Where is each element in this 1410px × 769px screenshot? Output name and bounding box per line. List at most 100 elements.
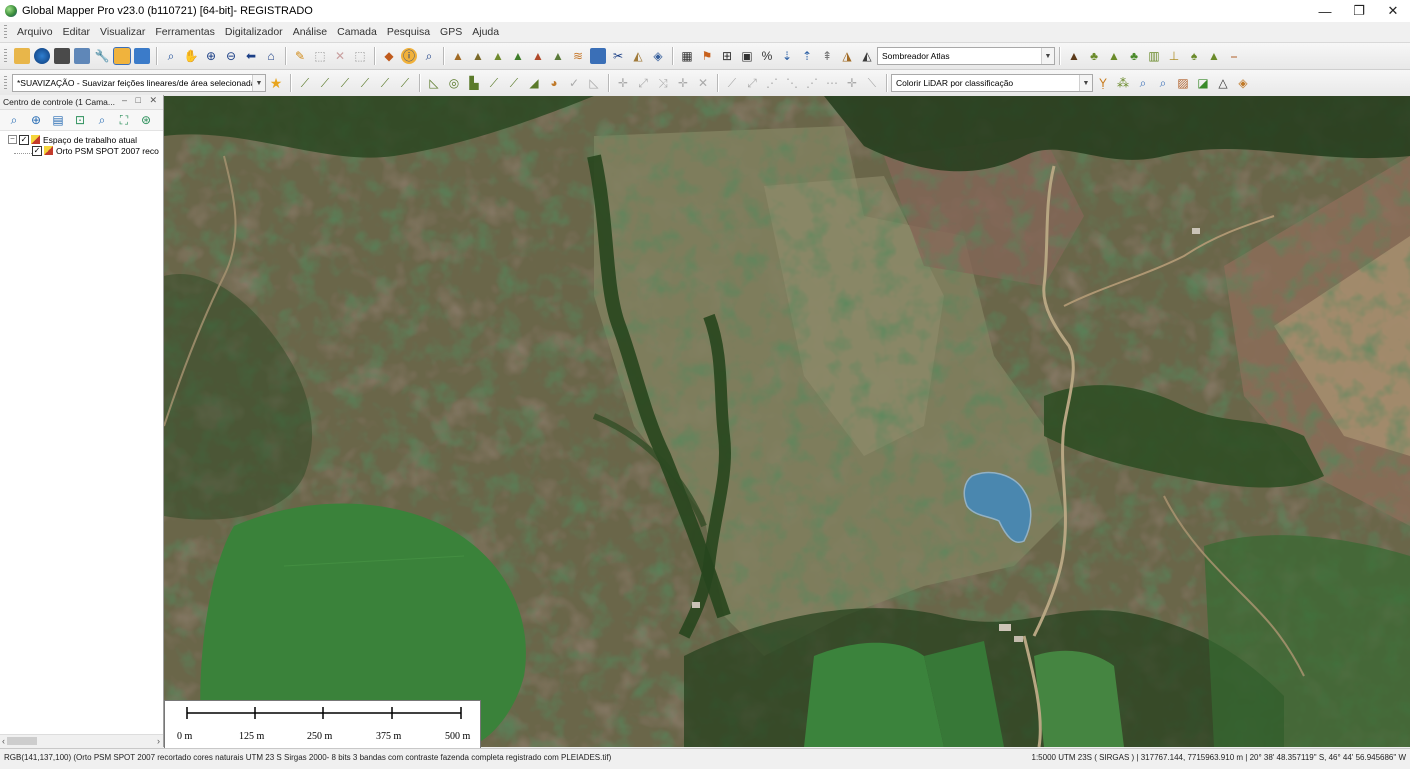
layer-row-workspace[interactable]: – ✓ Espaço de trabalho atual [0,134,163,145]
tree-3-icon[interactable]: ♠ [1186,48,1202,64]
area-edit-5-icon[interactable]: ◢ [526,75,542,91]
home-icon[interactable]: ⌂ [263,48,279,64]
elev-3-icon[interactable]: ⇞ [819,48,835,64]
menu-gps[interactable]: GPS [435,26,467,38]
zoom-out-icon[interactable]: ⊖ [223,48,239,64]
menu-digitalizador[interactable]: Digitalizador [220,26,288,38]
zoom-in-icon[interactable]: ⊕ [203,48,219,64]
line-tool-3-icon[interactable]: ⋰ [764,75,780,91]
toolbar-grip[interactable] [4,49,7,63]
line-edit-6-icon[interactable]: ⟋ [397,75,413,91]
move-icon[interactable]: ✛ [615,75,631,91]
grid-icon[interactable]: ▦ [679,48,695,64]
line-tool-icon[interactable]: ⟋ [724,75,740,91]
check-2-icon[interactable]: ◺ [586,75,602,91]
line-edit-3-icon[interactable]: ⟋ [337,75,353,91]
chevron-down-icon[interactable]: ▼ [252,75,265,91]
overlay-icon[interactable] [134,48,150,64]
chevron-down-icon[interactable]: ▼ [1079,75,1092,91]
menu-arquivo[interactable]: Arquivo [12,26,58,38]
flag-icon[interactable]: ⚑ [699,48,715,64]
move-4-icon[interactable]: ✛ [675,75,691,91]
lidar-2-icon[interactable]: ⁂ [1115,75,1131,91]
line-tool-6-icon[interactable]: ⋯ [824,75,840,91]
lidar-3-icon[interactable]: ⌕ [1135,75,1151,91]
collapse-icon[interactable]: – [8,135,17,144]
save-icon[interactable] [54,48,70,64]
tool-layer-3-icon[interactable]: ⊛ [138,112,154,128]
grid-layer-icon[interactable]: ▤ [50,112,66,128]
toolbar-grip[interactable] [4,76,7,90]
pencil-icon[interactable]: ✎ [292,48,308,64]
chevron-down-icon[interactable]: ▼ [1041,48,1054,64]
menu-ajuda[interactable]: Ajuda [467,26,504,38]
line-edit-4-icon[interactable]: ⟋ [357,75,373,91]
percent-icon[interactable]: % [759,48,775,64]
cut-icon[interactable]: ✂ [610,48,626,64]
view3d-icon[interactable]: ◈ [650,48,666,64]
area-edit-icon[interactable]: ◺ [426,75,442,91]
digitize-icon[interactable]: ⬚ [352,48,368,64]
favorite-star-icon[interactable]: ★ [268,75,284,91]
clip-icon[interactable]: ▣ [739,48,755,64]
line-edit-5-icon[interactable]: ⟋ [377,75,393,91]
info-icon[interactable]: ⓘ [401,48,417,64]
back-icon[interactable]: ⬅ [243,48,259,64]
layer-checkbox[interactable]: ✓ [19,134,29,145]
zoom-layer-icon[interactable]: ⌕ [6,112,22,128]
pan-icon[interactable]: ✋ [183,48,199,64]
layers-icon[interactable] [113,47,131,65]
minimize-button[interactable]: — [1308,0,1342,22]
lidar-select[interactable]: Colorir LiDAR por classificação ▼ [891,74,1093,92]
smoothing-select[interactable]: *SUAVIZAÇÃO - Suavizar feições lineares/… [12,74,266,92]
toolbar-grip[interactable] [4,25,7,39]
terrain-5-icon[interactable]: ▲ [530,48,546,64]
search-icon[interactable]: ⌕ [421,48,437,64]
lidar-4-icon[interactable]: ⌕ [1155,75,1171,91]
menu-camada[interactable]: Camada [332,26,382,38]
filter-icon[interactable]: Ỵ [1095,75,1111,91]
move-2-icon[interactable]: ⤢ [635,75,651,91]
map-view[interactable] [164,96,1410,747]
delete-icon[interactable]: ✕ [332,48,348,64]
move-5-icon[interactable]: ✕ [695,75,711,91]
menu-editar[interactable]: Editar [58,26,95,38]
terrain-3-icon[interactable]: ▲ [490,48,506,64]
layer-checkbox[interactable]: ✓ [32,145,42,156]
elev-4-icon[interactable]: ◮ [839,48,855,64]
circle-icon[interactable]: ◎ [446,75,462,91]
scroll-thumb[interactable] [7,737,37,745]
line-tool-7-icon[interactable]: ✛ [844,75,860,91]
lidar-5-icon[interactable]: ▨ [1175,75,1191,91]
line-tool-2-icon[interactable]: ⤢ [744,75,760,91]
close-button[interactable]: ✕ [1376,0,1410,22]
contour-icon[interactable]: ≋ [570,48,586,64]
line-edit-2-icon[interactable]: ⟋ [317,75,333,91]
line-tool-4-icon[interactable]: ⋱ [784,75,800,91]
tree-icon[interactable]: ♣ [1086,48,1102,64]
area-edit-3-icon[interactable]: ⟋ [486,75,502,91]
elev-icon[interactable]: ⇣ [779,48,795,64]
terrain-icon[interactable]: ▲ [450,48,466,64]
globe-icon[interactable] [34,48,50,64]
building-icon[interactable]: ▥ [1146,48,1162,64]
line-tool-5-icon[interactable]: ⋰ [804,75,820,91]
move-3-icon[interactable]: ⤨ [655,75,671,91]
maximize-button[interactable]: ❐ [1342,0,1376,22]
terrain-6-icon[interactable]: ▲ [550,48,566,64]
tree-2-icon[interactable]: ♣ [1126,48,1142,64]
mountain-2-icon[interactable]: ▲ [1106,48,1122,64]
line-icon[interactable]: ⎯ [1226,48,1242,64]
open-folder-icon[interactable] [14,48,30,64]
lidar-7-icon[interactable]: ◈ [1235,75,1251,91]
tool-layer-icon[interactable]: ⊡ [72,112,88,128]
horizontal-scrollbar[interactable]: ‹ › [0,734,163,747]
zoom-tool-icon[interactable]: ⌕ [163,48,179,64]
menu-visualizar[interactable]: Visualizar [95,26,150,38]
ruler-icon[interactable]: ⟍ [864,75,880,91]
wrench-icon[interactable]: 🔧 [94,48,110,64]
menu-ferramentas[interactable]: Ferramentas [150,26,220,38]
line-edit-icon[interactable]: ⟋ [297,75,313,91]
profile-icon[interactable]: ◭ [630,48,646,64]
area-edit-4-icon[interactable]: ⟋ [506,75,522,91]
